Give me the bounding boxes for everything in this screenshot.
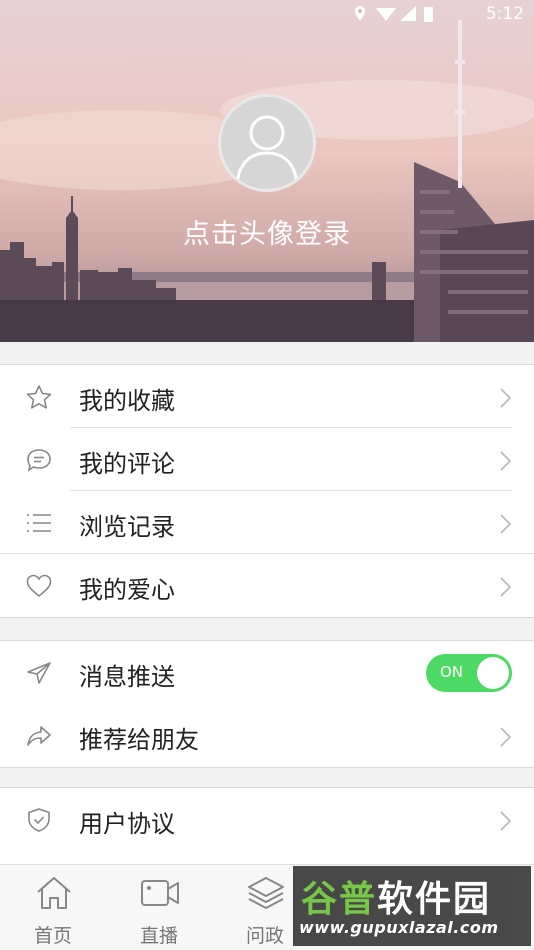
share-icon [27, 726, 51, 746]
home-icon [37, 877, 71, 909]
star-icon [26, 385, 52, 409]
menu-item-push: 消息推送 ON [0, 641, 534, 704]
menu-item-label: 我的评论 [79, 450, 175, 478]
menu-item-label: 我的爱心 [79, 576, 175, 604]
menu-item-history[interactable]: 浏览记录 [0, 491, 534, 554]
signal-icon [400, 6, 416, 21]
watermark-brand: 谷普软件园 [301, 879, 492, 920]
menu-item-label: 推荐给朋友 [79, 726, 199, 754]
toggle-knob [477, 657, 509, 689]
nav-live[interactable]: 直播 [106, 865, 212, 950]
menu-item-share[interactable]: 推荐给朋友 [0, 704, 534, 767]
avatar-button[interactable] [218, 94, 316, 192]
chevron-right-icon [500, 577, 512, 597]
status-icons [355, 6, 433, 22]
chevron-right-icon [500, 388, 512, 408]
send-icon [27, 662, 51, 684]
menu-group-settings: 消息推送 ON 推荐给朋友 [0, 640, 534, 768]
shield-icon [28, 808, 50, 832]
chevron-right-icon [500, 514, 512, 534]
chevron-right-icon [500, 451, 512, 471]
menu-item-comments[interactable]: 我的评论 [0, 428, 534, 491]
login-prompt[interactable]: 点击头像登录 [0, 212, 534, 251]
nav-home[interactable]: 首页 [0, 865, 106, 950]
chevron-right-icon [500, 727, 512, 747]
chevron-right-icon [500, 811, 512, 831]
wifi-icon [376, 8, 396, 21]
nav-label: 首页 [33, 925, 72, 947]
user-icon [235, 115, 299, 189]
menu-item-label: 用户协议 [79, 810, 175, 838]
menu-item-label: 浏览记录 [79, 513, 175, 541]
status-time: 5:12 [485, 4, 524, 24]
menu-item-likes[interactable]: 我的爱心 [0, 554, 534, 617]
layers-icon [248, 877, 284, 909]
battery-icon [424, 7, 433, 22]
list-icon [27, 514, 51, 532]
comment-icon [27, 449, 51, 472]
menu-group-about: 用户协议 [0, 787, 534, 867]
status-bar: 5:12 [0, 0, 534, 28]
screen: 5:12 点击头像登录 我的收藏 我的评论 浏览记录 我的爱心 消息推送 ON … [0, 0, 534, 950]
location-icon [355, 6, 365, 21]
nav-label: 直播 [139, 925, 178, 947]
menu-item-label: 我的收藏 [79, 387, 175, 415]
menu-item-label: 消息推送 [79, 663, 175, 691]
menu-group-personal: 我的收藏 我的评论 浏览记录 我的爱心 [0, 364, 534, 618]
menu-item-agreement[interactable]: 用户协议 [0, 788, 534, 851]
heart-icon [26, 574, 52, 598]
profile-header: 5:12 点击头像登录 [0, 0, 534, 342]
video-icon [141, 880, 179, 906]
menu-item-favorites[interactable]: 我的收藏 [0, 365, 534, 428]
toggle-state: ON [440, 663, 464, 681]
watermark-url: www.gupuxlazal.com [299, 918, 499, 937]
watermark: 谷普软件园 www.gupuxlazal.com [293, 866, 531, 946]
push-toggle[interactable]: ON [426, 654, 512, 692]
